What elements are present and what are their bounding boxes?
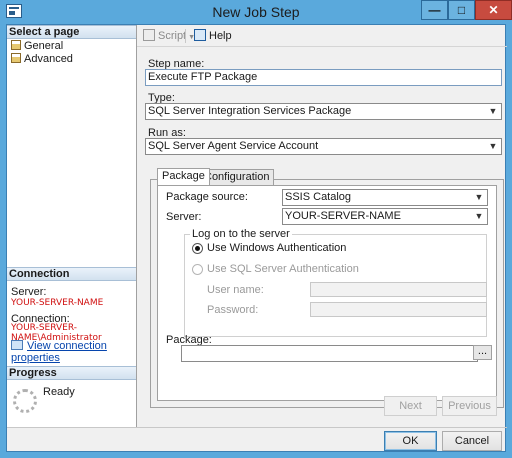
run-as-select[interactable]: SQL Server Agent Service Account ▼: [145, 138, 502, 155]
job-step-window: New Job Step — □ ✕ Select a page General…: [0, 0, 512, 458]
toolbar: Script ▼ Help: [137, 25, 507, 47]
run-as-select-value: SQL Server Agent Service Account: [148, 140, 319, 152]
dialog-client-area: Select a page General Advanced Connectio…: [6, 24, 507, 452]
help-label: Help: [209, 30, 232, 42]
package-server-label: Server:: [166, 211, 202, 223]
help-button[interactable]: Help: [194, 29, 232, 42]
server-label: Server:: [11, 286, 47, 298]
browse-package-button[interactable]: ...: [473, 345, 492, 360]
page-general[interactable]: General: [11, 40, 63, 53]
footer-separator: [7, 427, 507, 428]
username-label: User name:: [207, 284, 264, 296]
toolbar-separator: [185, 29, 186, 43]
password-label: Password:: [207, 304, 259, 316]
windows-auth-label: Use Windows Authentication: [207, 242, 347, 254]
type-select[interactable]: SQL Server Integration Services Package …: [145, 103, 502, 120]
view-connection-properties-link[interactable]: View connection properties: [11, 340, 136, 364]
windows-auth-radio[interactable]: [192, 243, 203, 254]
username-input[interactable]: [310, 282, 487, 297]
title-bar: New Job Step — □ ✕: [0, 0, 512, 24]
connection-properties-icon: [11, 340, 23, 350]
script-label: Script: [158, 30, 187, 42]
page-general-label: General: [24, 40, 64, 52]
sql-auth-label: Use SQL Server Authentication: [207, 263, 359, 275]
tab-configuration[interactable]: Configuration: [199, 169, 275, 185]
connection-header: Connection: [7, 267, 136, 281]
package-source-value: SSIS Catalog: [285, 191, 352, 203]
package-source-label: Package source:: [166, 191, 248, 203]
script-icon: [143, 29, 155, 41]
chevron-down-icon: ▼: [474, 211, 484, 221]
package-server-select[interactable]: YOUR-SERVER-NAME ▼: [282, 208, 488, 225]
chevron-down-icon: ▼: [474, 192, 484, 202]
tab-package[interactable]: Package: [157, 168, 210, 185]
type-select-value: SQL Server Integration Services Package: [148, 105, 352, 117]
ok-button[interactable]: OK: [384, 431, 437, 451]
sql-auth-radio[interactable]: [192, 264, 203, 275]
server-value: YOUR-SERVER-NAME: [11, 298, 104, 308]
page-icon: [11, 40, 21, 50]
left-pane: Select a page General Advanced Connectio…: [7, 25, 137, 427]
next-button[interactable]: Next: [384, 396, 437, 416]
page-icon: [11, 53, 21, 63]
maximize-button[interactable]: □: [448, 0, 475, 20]
package-path-input[interactable]: [181, 345, 478, 362]
package-server-value: YOUR-SERVER-NAME: [285, 210, 401, 222]
package-source-select[interactable]: SSIS Catalog ▼: [282, 189, 488, 206]
password-input[interactable]: [310, 302, 487, 317]
help-icon: [194, 29, 206, 41]
minimize-button[interactable]: —: [421, 0, 448, 20]
logon-group-title: Log on to the server: [190, 228, 292, 240]
page-advanced[interactable]: Advanced: [11, 53, 73, 66]
view-connection-label: View connection properties: [11, 340, 107, 364]
chevron-down-icon: ▼: [488, 106, 498, 116]
progress-header: Progress: [7, 366, 136, 380]
chevron-down-icon: ▼: [488, 141, 498, 151]
cancel-button[interactable]: Cancel: [442, 431, 502, 451]
page-advanced-label: Advanced: [24, 53, 73, 65]
select-page-header: Select a page: [7, 25, 136, 39]
script-button[interactable]: Script ▼: [143, 29, 195, 42]
previous-button[interactable]: Previous: [442, 396, 497, 416]
progress-status: Ready: [43, 386, 75, 398]
close-button[interactable]: ✕: [475, 0, 512, 20]
progress-spinner-icon: [13, 389, 37, 413]
step-name-input[interactable]: Execute FTP Package: [145, 69, 502, 86]
